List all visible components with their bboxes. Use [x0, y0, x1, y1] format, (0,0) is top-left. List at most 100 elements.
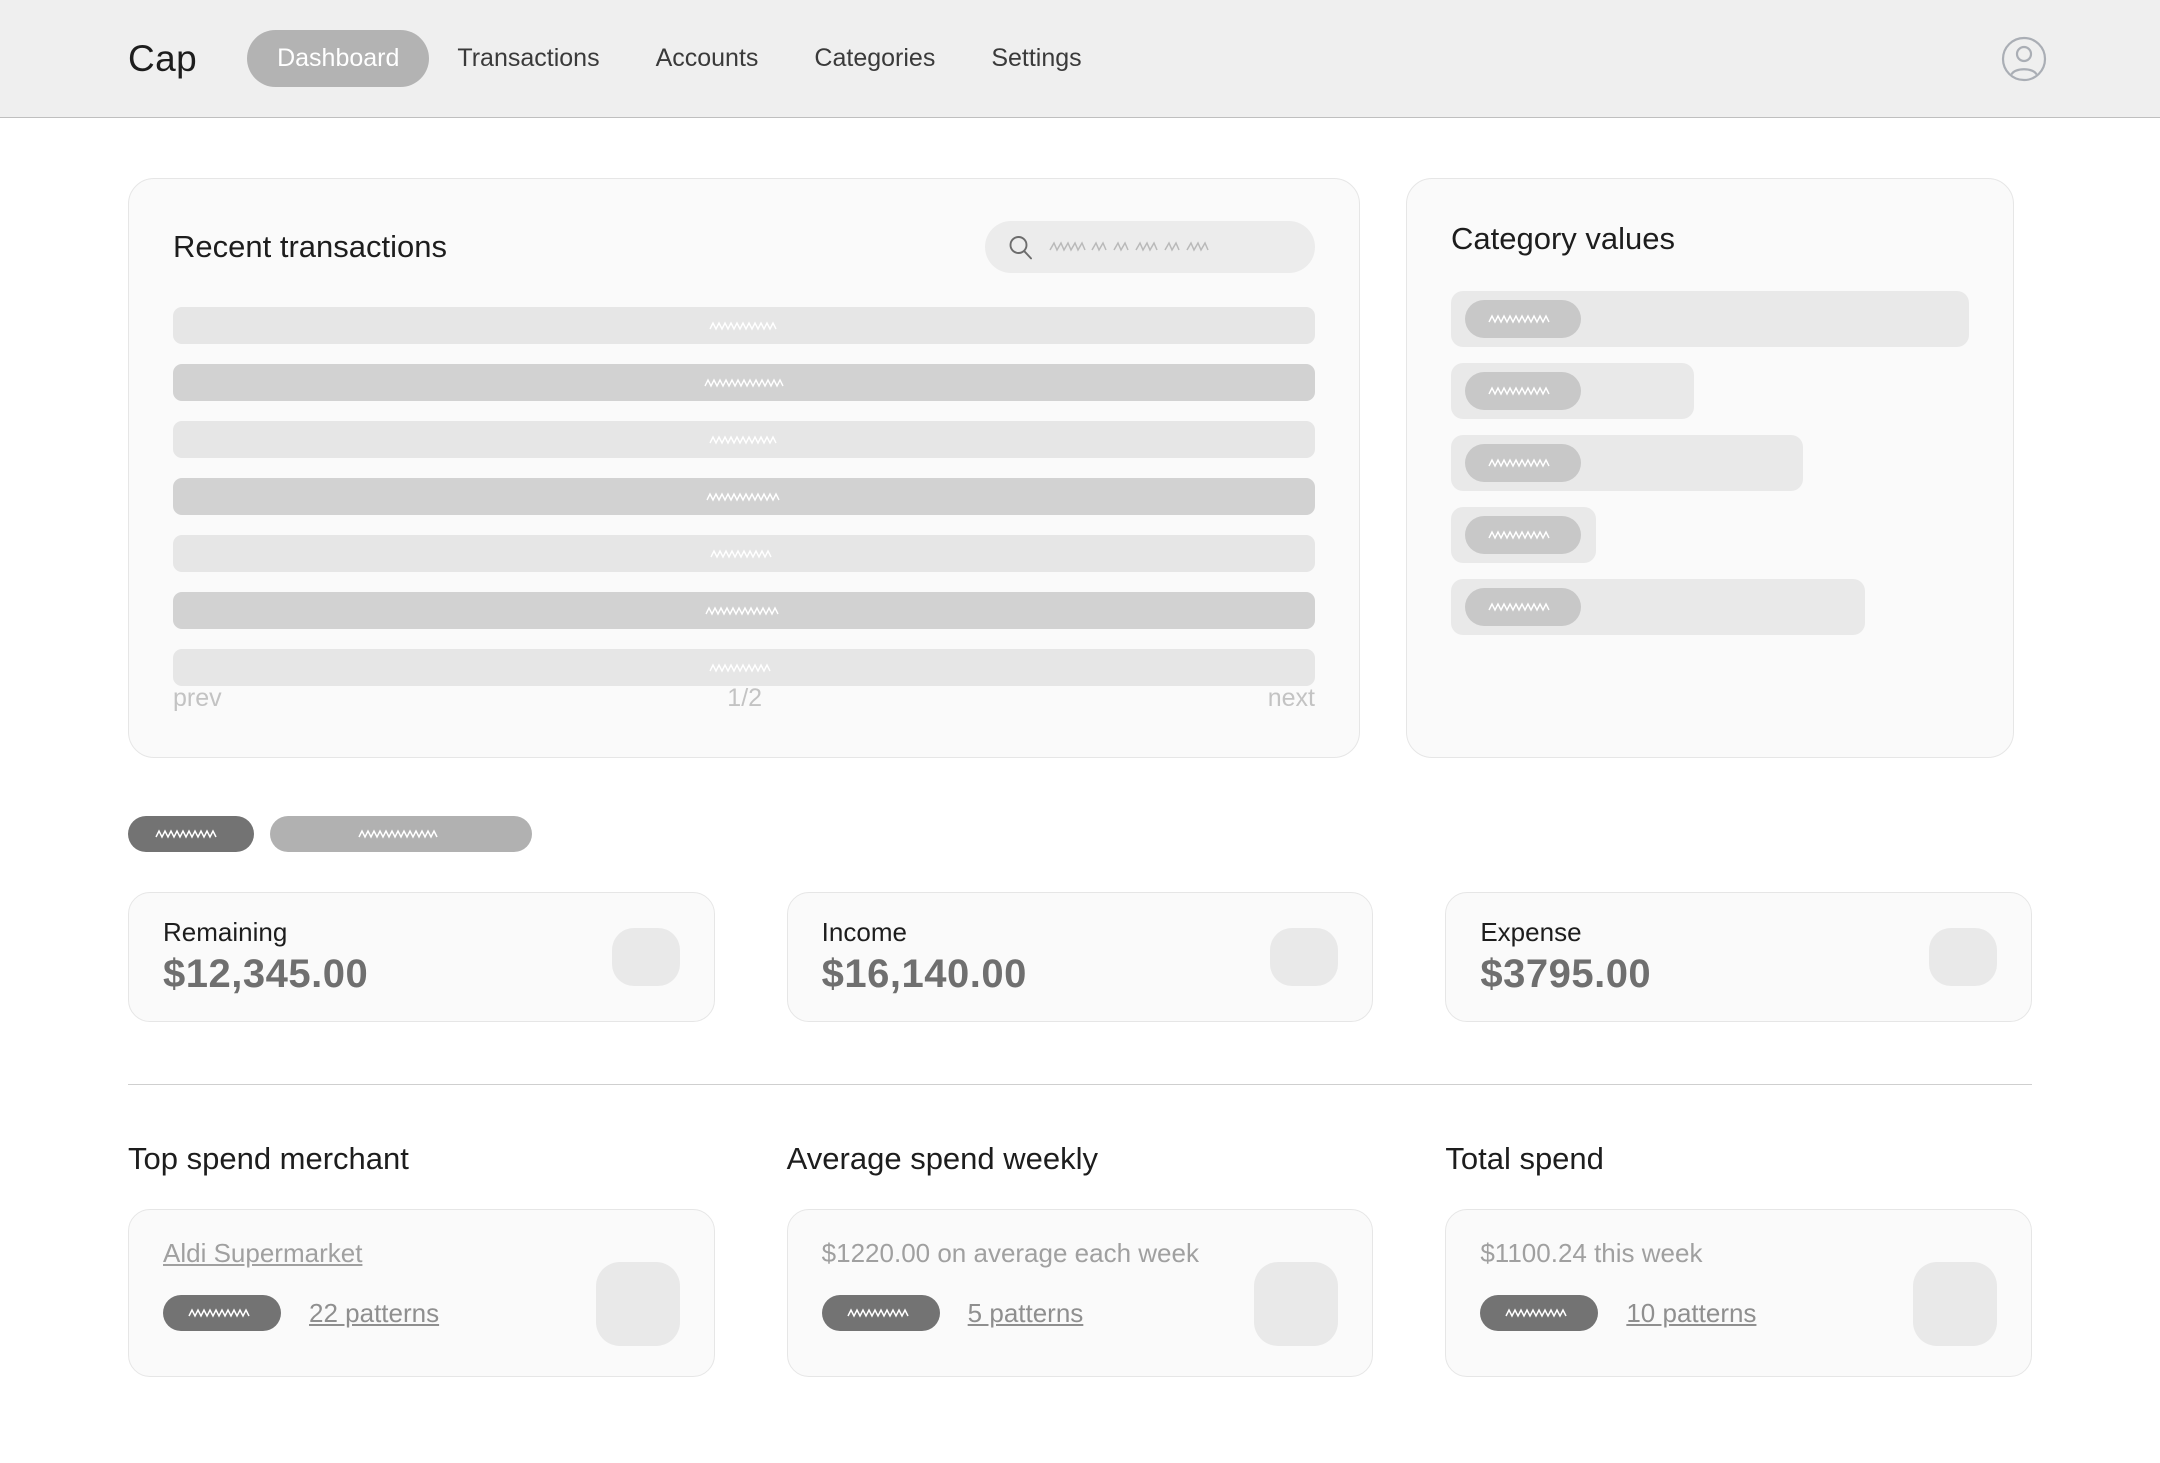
stat-card-remaining: Remaining $12,345.00 — [128, 892, 715, 1022]
insight-title: Average spend weekly — [786, 1141, 1099, 1176]
insight-pill-scribble — [188, 1308, 250, 1318]
insight-pill-scribble — [847, 1308, 909, 1318]
main-nav: Dashboard Transactions Accounts Categori… — [247, 30, 1110, 87]
period-toggle-group — [128, 816, 2032, 852]
insight-icon-placeholder — [1913, 1262, 1998, 1346]
nav-item-dashboard[interactable]: Dashboard — [247, 30, 430, 87]
stat-card-expense: Expense $3795.00 — [1445, 892, 2033, 1022]
search-placeholder-scribble — [1049, 241, 1209, 252]
insight-pill-button[interactable] — [821, 1295, 940, 1331]
row-placeholder-scribble — [710, 548, 772, 559]
recent-transactions-title: Recent transactions — [173, 229, 447, 264]
stat-label: Remaining — [163, 917, 288, 947]
table-row[interactable] — [173, 307, 1315, 344]
top-section: Recent transactions prev 1/2 next Catego… — [128, 178, 2032, 758]
insight-actions: 10 patterns — [1480, 1295, 1756, 1331]
pagination: prev 1/2 next — [173, 684, 1315, 713]
category-label-scribble — [1488, 458, 1550, 468]
insight-actions: 5 patterns — [821, 1295, 1199, 1331]
page-indicator: 1/2 — [727, 684, 763, 712]
insight-total-spend: Total spend $1100.24 this week 10 patter… — [1445, 1141, 2033, 1377]
dashboard-page: Recent transactions prev 1/2 next Catego… — [0, 118, 2160, 1377]
stat-icon-placeholder — [611, 928, 680, 986]
insight-title: Total spend — [1445, 1141, 1604, 1176]
search-icon — [1009, 235, 1032, 259]
next-page-button[interactable]: next — [1268, 684, 1315, 713]
toggle-option-active[interactable] — [128, 816, 254, 852]
prev-page-button[interactable]: prev — [173, 684, 222, 713]
row-placeholder-scribble — [709, 662, 771, 673]
category-bar-label — [1465, 300, 1581, 338]
insight-content: $1220.00 on average each week 5 patterns — [821, 1238, 1199, 1331]
insight-actions: 22 patterns — [163, 1295, 439, 1331]
app-logo[interactable]: Cap — [128, 38, 197, 80]
stat-card-income: Income $16,140.00 — [786, 892, 1374, 1022]
category-bar-label — [1465, 444, 1581, 482]
category-bar-chart — [1451, 291, 1969, 635]
toggle-label-scribble — [155, 829, 217, 839]
category-bar[interactable] — [1451, 435, 1804, 491]
stat-label: Expense — [1480, 917, 1582, 947]
row-placeholder-scribble — [709, 320, 777, 331]
category-bar[interactable] — [1451, 579, 1866, 635]
search-input[interactable] — [985, 221, 1315, 273]
category-values-card: Category values — [1406, 178, 2014, 758]
row-placeholder-scribble — [706, 491, 780, 502]
category-values-header: Category values — [1451, 221, 1969, 257]
category-label-scribble — [1488, 602, 1550, 612]
recent-transactions-header: Recent transactions — [173, 221, 1315, 273]
recent-transactions-card: Recent transactions prev 1/2 next — [128, 178, 1360, 758]
category-bar-label — [1465, 516, 1581, 554]
stat-text-group: Expense $3795.00 — [1480, 917, 1651, 997]
insight-content: $1100.24 this week 10 patterns — [1480, 1238, 1756, 1331]
nav-item-transactions[interactable]: Transactions — [429, 30, 627, 87]
nav-item-categories[interactable]: Categories — [786, 30, 963, 87]
insight-pill-button[interactable] — [1480, 1295, 1599, 1331]
nav-item-accounts[interactable]: Accounts — [628, 30, 787, 87]
category-bar-label — [1465, 372, 1581, 410]
insight-average-spend-weekly: Average spend weekly $1220.00 on average… — [786, 1141, 1374, 1377]
table-row[interactable] — [173, 421, 1315, 458]
insight-top-spend-merchant: Top spend merchant Aldi Supermarket 22 p… — [128, 1141, 715, 1377]
row-placeholder-scribble — [709, 434, 777, 445]
category-bar[interactable] — [1451, 363, 1695, 419]
category-bar[interactable] — [1451, 507, 1597, 563]
summary-stats: Remaining $12,345.00 Income $16,140.00 E… — [128, 892, 2033, 1022]
stat-icon-placeholder — [1270, 928, 1339, 986]
stat-icon-placeholder — [1929, 928, 1998, 986]
section-divider — [128, 1084, 2032, 1085]
top-navigation-bar: Cap Dashboard Transactions Accounts Cate… — [0, 0, 2160, 118]
insight-card: Aldi Supermarket 22 patterns — [128, 1209, 715, 1377]
category-label-scribble — [1488, 386, 1550, 396]
table-row[interactable] — [173, 592, 1315, 629]
insight-icon-placeholder — [595, 1262, 680, 1346]
stat-label: Income — [821, 917, 907, 947]
insight-lead-link[interactable]: Aldi Supermarket — [163, 1238, 439, 1269]
transactions-list — [173, 307, 1315, 686]
stat-value: $12,345.00 — [163, 952, 369, 996]
stat-value: $16,140.00 — [821, 952, 1027, 996]
toggle-label-scribble — [358, 829, 438, 839]
category-bar[interactable] — [1451, 291, 1969, 347]
stat-text-group: Remaining $12,345.00 — [163, 917, 368, 997]
category-label-scribble — [1488, 314, 1550, 324]
insight-lead-text: $1100.24 this week — [1480, 1238, 1703, 1268]
insight-title: Top spend merchant — [128, 1141, 409, 1176]
table-row[interactable] — [173, 535, 1315, 572]
insight-patterns-link[interactable]: 5 patterns — [968, 1298, 1084, 1329]
insight-patterns-link[interactable]: 22 patterns — [309, 1298, 439, 1329]
insight-card: $1220.00 on average each week 5 patterns — [786, 1209, 1374, 1377]
insight-patterns-link[interactable]: 10 patterns — [1626, 1298, 1756, 1329]
table-row[interactable] — [173, 478, 1315, 515]
table-row[interactable] — [173, 364, 1315, 401]
insights-section: Top spend merchant Aldi Supermarket 22 p… — [128, 1141, 2033, 1377]
category-values-title: Category values — [1451, 221, 1676, 256]
nav-item-settings[interactable]: Settings — [963, 30, 1109, 87]
insight-pill-button[interactable] — [163, 1295, 281, 1331]
insight-content: Aldi Supermarket 22 patterns — [163, 1238, 439, 1331]
toggle-option-inactive[interactable] — [270, 816, 532, 852]
table-row[interactable] — [173, 649, 1315, 686]
row-placeholder-scribble — [705, 605, 779, 616]
insight-lead-text: $1220.00 on average each week — [821, 1238, 1199, 1268]
user-circle-icon[interactable] — [2000, 35, 2048, 83]
